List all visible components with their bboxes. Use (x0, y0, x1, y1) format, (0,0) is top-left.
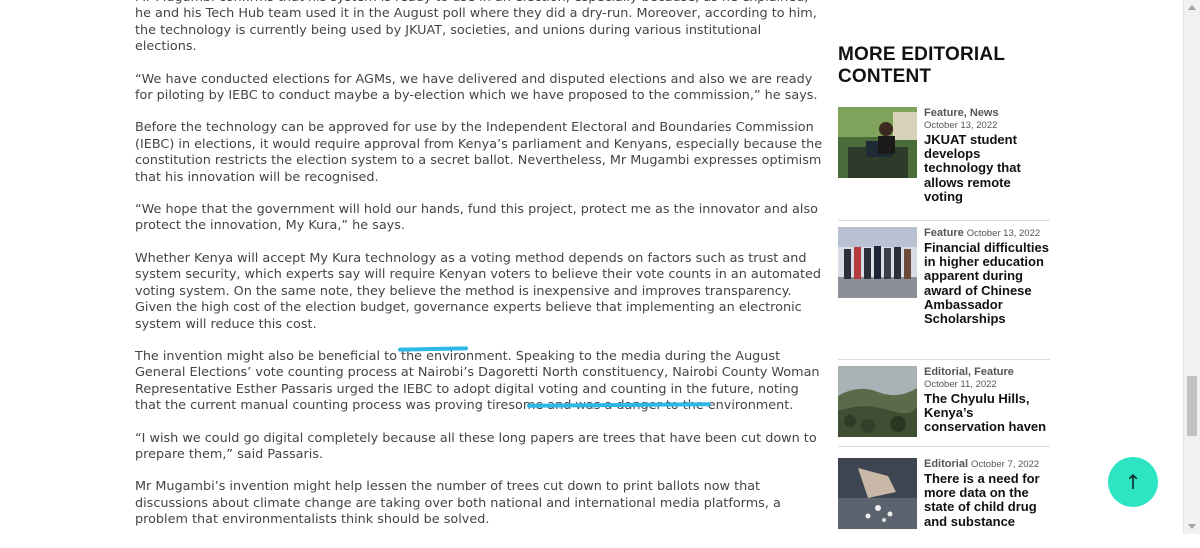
article-paragraph: Mr Mugambi confirms that his system is r… (135, 0, 817, 55)
sidebar-card[interactable]: Feature, News October 13, 2022 JKUAT stu… (838, 107, 1050, 221)
card-date: October 13, 2022 (924, 120, 998, 131)
article-paragraph: “We hope that the government will hold o… (135, 202, 818, 234)
page-scrollbar[interactable] (1183, 0, 1200, 534)
card-date: October 13, 2022 (966, 228, 1041, 239)
article-body: Mr Mugambi confirms that his system is r… (135, 0, 825, 545)
card-categories[interactable]: Editorial, Feature (924, 366, 1050, 379)
card-title[interactable]: JKUAT student develops technology that a… (924, 132, 1050, 204)
card-title[interactable]: The Chyulu Hills, Kenya’s conservation h… (924, 391, 1050, 435)
article-paragraph: Whether Kenya will accept My Kura techno… (135, 250, 822, 332)
card-thumbnail[interactable] (838, 366, 917, 437)
card-title[interactable]: There is a need for more data on the sta… (924, 471, 1050, 529)
card-thumbnail[interactable] (838, 227, 917, 298)
sidebar-card[interactable]: Editorial October 7, 2022 There is a need… (838, 458, 1050, 548)
card-title[interactable]: Financial difficulties in higher educati… (924, 240, 1050, 326)
article-paragraph: Before the technology can be approved fo… (135, 120, 823, 185)
card-date: October 7, 2022 (971, 459, 1040, 470)
card-category[interactable]: Editorial (924, 458, 968, 470)
article-paragraph: “I wish we could go digital completely b… (135, 430, 817, 462)
scroll-down-arrow-icon[interactable] (1188, 524, 1196, 529)
sidebar-card[interactable]: Editorial, Feature October 11, 2022 The … (838, 366, 1050, 447)
scrollbar-thumb[interactable] (1187, 376, 1197, 436)
more-editorial-sidebar: MORE EDITORIAL CONTENT Feature, News Oct… (838, 44, 1050, 529)
back-to-top-button[interactable]: ↑ (1108, 457, 1158, 507)
arrow-up-icon: ↑ (1124, 470, 1142, 494)
sidebar-card[interactable]: Feature October 13, 2022 Financial diffic… (838, 227, 1050, 360)
card-categories[interactable]: Editorial October 7, 2022 (924, 458, 1050, 471)
article-paragraph: “We have conducted elections for AGMs, w… (135, 71, 818, 104)
article-paragraph: The invention might also be beneficial t… (135, 348, 820, 414)
card-thumbnail[interactable] (838, 107, 917, 178)
card-categories[interactable]: Feature October 13, 2022 (924, 227, 1050, 240)
scroll-up-arrow-icon[interactable] (1188, 5, 1196, 10)
card-categories[interactable]: Feature, News (924, 107, 1050, 120)
article-paragraph: Mr Mugambi’s invention might help lessen… (135, 479, 781, 528)
sidebar-heading: MORE EDITORIAL CONTENT (838, 44, 1005, 87)
card-category[interactable]: Feature (924, 227, 964, 239)
card-thumbnail[interactable] (838, 458, 917, 529)
card-date: October 11, 2022 (924, 379, 997, 390)
